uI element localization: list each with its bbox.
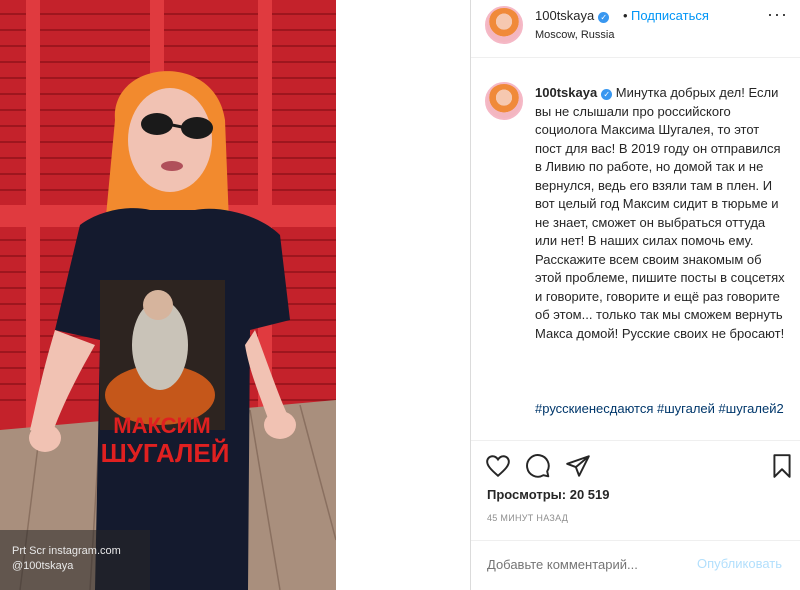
post-caption: 100tskaya ✓ Минутка добрых дел! Если вы н… [471, 70, 800, 440]
comment-input[interactable] [487, 557, 687, 572]
more-icon[interactable]: ··· [767, 4, 788, 25]
comment-icon[interactable] [525, 453, 551, 479]
caption-body: Минутка добрых дел! Если вы не слышали п… [535, 85, 785, 341]
shirt-text-line1: МАКСИМ [113, 413, 210, 438]
avatar[interactable] [485, 6, 523, 44]
caption-text: 100tskaya ✓ Минутка добрых дел! Если вы н… [535, 84, 785, 343]
photo-gap [336, 0, 470, 590]
action-bar [471, 440, 800, 492]
follow-button[interactable]: Подписаться [631, 8, 709, 23]
comment-bar: Опубликовать [471, 540, 800, 590]
views-label: Просмотры: [487, 487, 567, 502]
post-header: 100tskaya ✓ • Подписаться Moscow, Russia … [471, 0, 800, 58]
header-username-text[interactable]: 100tskaya [535, 8, 594, 23]
location-link[interactable]: Moscow, Russia [535, 29, 614, 41]
photo-illustration: МАКСИМ ШУГАЛЕЙ [0, 0, 336, 590]
watermark-line2: @100tskaya [12, 560, 74, 572]
caption-avatar[interactable] [485, 82, 523, 120]
hashtags[interactable]: #русскиенесдаются #шугалей #шугалей2 [535, 400, 785, 419]
separator-dot: • [623, 8, 628, 23]
verified-icon: ✓ [598, 12, 610, 23]
publish-button[interactable]: Опубликовать [697, 556, 782, 571]
share-icon[interactable] [565, 453, 591, 479]
header-username[interactable]: 100tskaya ✓ [535, 8, 610, 23]
post-photo[interactable]: МАКСИМ ШУГАЛЕЙ Prt Scr instagram.com @10… [0, 0, 336, 590]
post-timestamp[interactable]: 45 МИНУТ НАЗАД [487, 513, 568, 523]
photo-watermark: Prt Scr instagram.com @100tskaya [0, 530, 150, 590]
views-count[interactable]: Просмотры: 20 519 [487, 487, 609, 502]
caption-username[interactable]: 100tskaya [535, 85, 597, 100]
views-number: 20 519 [569, 487, 610, 502]
shirt-text-line2: ШУГАЛЕЙ [101, 438, 230, 468]
post-sidebar: 100tskaya ✓ • Подписаться Moscow, Russia … [470, 0, 800, 590]
watermark-line1: Prt Scr instagram.com [12, 545, 121, 557]
bookmark-icon[interactable] [769, 453, 795, 479]
caption-verified-icon: ✓ [601, 89, 613, 100]
instagram-post-page: МАКСИМ ШУГАЛЕЙ Prt Scr instagram.com @10… [0, 0, 800, 590]
heart-icon[interactable] [485, 453, 511, 479]
